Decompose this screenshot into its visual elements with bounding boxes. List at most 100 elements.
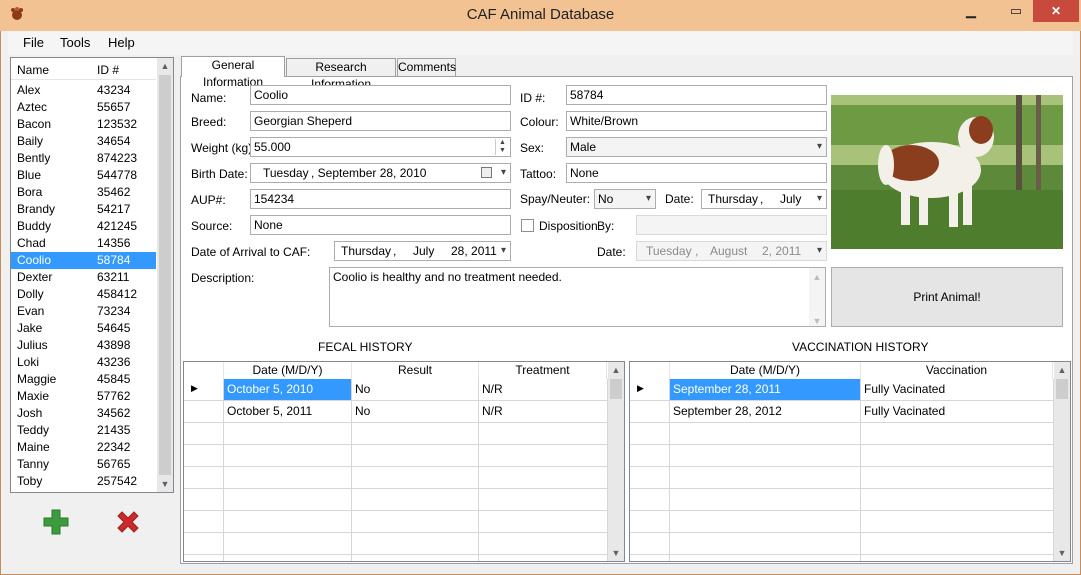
vaccination-cell[interactable]	[861, 511, 1054, 533]
scroll-thumb[interactable]	[610, 379, 622, 399]
fecal-cell[interactable]	[224, 445, 352, 467]
tab-comments[interactable]: Comments	[397, 58, 456, 77]
fecal-cell[interactable]	[352, 489, 479, 511]
disposition-by-field[interactable]	[636, 215, 827, 235]
animal-list-item[interactable]: Buddy 421245	[11, 218, 156, 235]
description-scrollbar[interactable]: ▲ ▼	[809, 268, 825, 326]
fecal-cell[interactable]	[479, 533, 608, 555]
menu-file[interactable]: File	[23, 35, 44, 50]
source-field[interactable]: None	[250, 215, 511, 235]
scroll-down-icon[interactable]: ▼	[608, 545, 624, 561]
arrival-date-picker[interactable]: Thursday , July 28, 2011 ▾	[334, 241, 511, 261]
tattoo-field[interactable]: None	[566, 163, 827, 183]
fecal-cell[interactable]	[224, 489, 352, 511]
chevron-down-icon[interactable]: ▾	[817, 242, 822, 260]
vaccination-cell[interactable]	[861, 489, 1054, 511]
animal-list-item[interactable]: Brandy 54217	[11, 201, 156, 218]
fecal-history-grid[interactable]: Date (M/D/Y) Result Treatment ▶ October 5…	[183, 361, 625, 562]
fecal-row-header[interactable]	[184, 489, 224, 511]
fecal-cell[interactable]: No	[352, 379, 479, 401]
maximize-button[interactable]: ▭	[1003, 0, 1029, 22]
animal-list-item[interactable]: Bently 874223	[11, 150, 156, 167]
animal-list-item[interactable]: Julius 43898	[11, 337, 156, 354]
fecal-row-header[interactable]	[184, 511, 224, 533]
column-header-id[interactable]: ID #	[97, 63, 119, 77]
fecal-cell[interactable]	[224, 533, 352, 555]
fecal-row-header[interactable]	[184, 401, 224, 423]
vaccination-cell[interactable]: Fully Vacinated	[861, 401, 1054, 423]
animal-list-item[interactable]: Maxie 57762	[11, 388, 156, 405]
name-field[interactable]: Coolio	[250, 85, 511, 105]
animal-list-item[interactable]: Dexter 63211	[11, 269, 156, 286]
print-animal-button[interactable]: Print Animal!	[831, 267, 1063, 327]
fecal-cell[interactable]	[224, 423, 352, 445]
fecal-cell[interactable]: N/R	[479, 401, 608, 423]
vaccination-cell[interactable]: Fully Vacinated	[861, 379, 1054, 401]
animal-list-item[interactable]: Chad 14356	[11, 235, 156, 252]
animal-list-item[interactable]: Toby 257542	[11, 473, 156, 490]
fecal-cell[interactable]: October 5, 2011	[224, 401, 352, 423]
fecal-row-header[interactable]	[184, 423, 224, 445]
animal-list-item[interactable]: Evan 73234	[11, 303, 156, 320]
fecal-cell[interactable]	[224, 555, 352, 561]
fecal-cell[interactable]	[352, 555, 479, 561]
vaccination-cell[interactable]	[861, 533, 1054, 555]
vaccination-cell[interactable]	[670, 423, 861, 445]
vaccination-cell[interactable]	[670, 489, 861, 511]
vaccination-cell[interactable]: September 28, 2011	[670, 379, 861, 401]
chevron-down-icon[interactable]: ▾	[501, 164, 506, 182]
column-header-name[interactable]: Name	[17, 63, 49, 77]
scroll-down-icon[interactable]: ▼	[809, 312, 825, 326]
animal-list-item[interactable]: Jake 54645	[11, 320, 156, 337]
vaccination-header-vaccination[interactable]: Vaccination	[861, 362, 1053, 379]
animal-list[interactable]: Name ID # Alex 43234 Aztec 55657 Bacon 123532…	[10, 57, 174, 493]
fecal-cell[interactable]	[224, 467, 352, 489]
vaccination-cell[interactable]	[670, 467, 861, 489]
disposition-checkbox[interactable]	[521, 219, 534, 232]
vaccination-row-header[interactable]	[630, 467, 670, 489]
tab-research-information[interactable]: Research Information	[286, 58, 396, 91]
animal-list-item[interactable]: Bacon 123532	[11, 116, 156, 133]
animal-list-item[interactable]: Coolio 58784	[11, 252, 156, 269]
vaccination-header-date[interactable]: Date (M/D/Y)	[670, 362, 861, 379]
scroll-thumb[interactable]	[1056, 379, 1068, 399]
vaccination-cell[interactable]	[861, 445, 1054, 467]
fecal-row-header[interactable]: ▶	[184, 379, 224, 401]
vaccination-cell[interactable]	[670, 511, 861, 533]
vaccination-history-grid[interactable]: Date (M/D/Y) Vaccination ▶ September 28, …	[629, 361, 1071, 562]
animal-list-item[interactable]: Dolly 458412	[11, 286, 156, 303]
fecal-cell[interactable]	[224, 511, 352, 533]
colour-field[interactable]: White/Brown	[566, 111, 827, 131]
sex-select[interactable]: Male ▾	[566, 137, 827, 157]
fecal-cell[interactable]	[479, 555, 608, 561]
fecal-cell[interactable]	[479, 467, 608, 489]
chevron-down-icon[interactable]: ▾	[817, 190, 822, 208]
animal-list-item[interactable]: Bora 35462	[11, 184, 156, 201]
animal-list-item[interactable]: Loki 43236	[11, 354, 156, 371]
description-textarea[interactable]: Coolio is healthy and no treatment neede…	[329, 267, 826, 327]
fecal-row-header[interactable]	[184, 467, 224, 489]
vaccination-scrollbar[interactable]: ▲ ▼	[1054, 362, 1070, 561]
fecal-cell[interactable]: No	[352, 401, 479, 423]
delete-animal-button[interactable]	[114, 508, 142, 536]
vaccination-row-header[interactable]	[630, 533, 670, 555]
vaccination-row-header[interactable]	[630, 445, 670, 467]
chevron-down-icon[interactable]: ▾	[501, 242, 506, 260]
fecal-cell[interactable]: N/R	[479, 379, 608, 401]
vaccination-row-header[interactable]	[630, 511, 670, 533]
vaccination-cell[interactable]	[670, 555, 861, 561]
vaccination-cell[interactable]	[670, 533, 861, 555]
disposition-date-picker[interactable]: Tuesday , August 2, 2011 ▾	[636, 241, 827, 261]
scroll-up-icon[interactable]: ▲	[809, 268, 825, 286]
tab-general-information[interactable]: General Information	[181, 56, 285, 89]
scroll-thumb[interactable]	[159, 75, 171, 475]
animal-list-item[interactable]: Aztec 55657	[11, 99, 156, 116]
chevron-down-icon[interactable]: ▾	[646, 190, 651, 208]
birth-date-picker[interactable]: Tuesday , September 28, 2010 ▾	[250, 163, 511, 183]
fecal-cell[interactable]	[352, 445, 479, 467]
scroll-down-icon[interactable]: ▼	[1054, 545, 1070, 561]
fecal-cell[interactable]	[479, 489, 608, 511]
fecal-header-date[interactable]: Date (M/D/Y)	[224, 362, 352, 379]
menu-tools[interactable]: Tools	[60, 35, 90, 50]
animal-list-item[interactable]: Josh 34562	[11, 405, 156, 422]
